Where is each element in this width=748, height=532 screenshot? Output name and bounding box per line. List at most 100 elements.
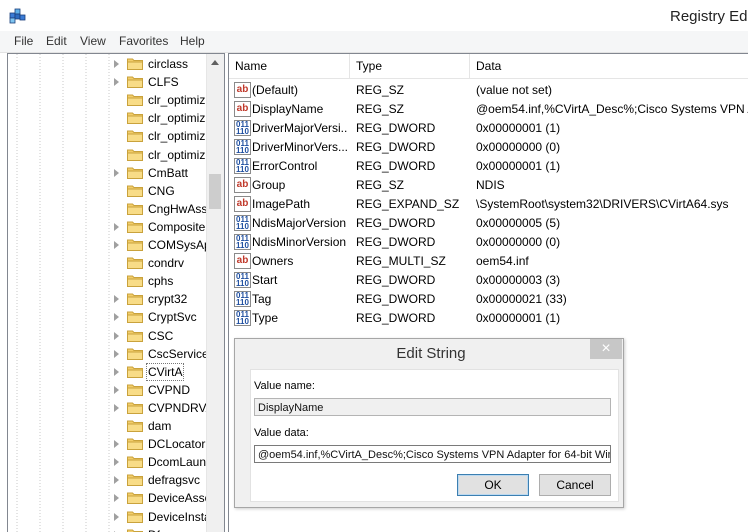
menu-file[interactable]: File (14, 34, 33, 48)
value-row[interactable]: 011 110 DriverMajorVersi... REG_DWORD 0x000… (229, 118, 748, 137)
expand-arrow-icon[interactable] (114, 440, 119, 449)
expand-arrow-icon[interactable] (114, 385, 119, 394)
folder-icon (127, 149, 143, 161)
tree-item[interactable]: CVirtA (8, 362, 208, 381)
expand-arrow-icon[interactable] (114, 512, 119, 521)
folder-icon (127, 420, 143, 432)
column-divider[interactable] (469, 54, 470, 78)
binary-value-icon: 011 110 (234, 139, 251, 155)
value-row[interactable]: ab Group REG_SZ NDIS (229, 175, 748, 194)
value-row[interactable]: 011 110 DriverMinorVers... REG_DWORD 0x0000… (229, 137, 748, 156)
value-row[interactable]: 011 110 Tag REG_DWORD 0x00000021 (33) (229, 289, 748, 308)
expand-arrow-icon[interactable] (114, 494, 119, 503)
value-row[interactable]: 011 110 Type REG_DWORD 0x00000001 (1) (229, 308, 748, 327)
expand-arrow-icon[interactable] (114, 476, 119, 485)
folder-icon (127, 474, 143, 487)
value-name: NdisMinorVersion (252, 235, 347, 249)
expand-arrow-icon[interactable] (114, 60, 119, 68)
tree-item[interactable]: CscService (8, 345, 209, 363)
ok-button[interactable]: OK (457, 474, 529, 496)
tree-item[interactable]: CVPND (8, 381, 208, 399)
cancel-button[interactable]: Cancel (539, 474, 611, 496)
expand-arrow-icon[interactable] (114, 222, 119, 231)
tree-item[interactable]: clr_optimiz (8, 91, 208, 109)
tree-item[interactable]: clr_optimiz (8, 127, 208, 145)
folder-icon (127, 366, 143, 378)
value-name: Tag (252, 292, 272, 306)
expand-arrow-icon[interactable] (114, 78, 119, 87)
value-row[interactable]: ab Owners REG_MULTI_SZ oem54.inf (229, 251, 748, 270)
value-row[interactable]: 011 110 NdisMinorVersion REG_DWORD 0x000000… (229, 232, 748, 251)
column-divider[interactable] (349, 54, 350, 78)
tree-item[interactable]: COMSysAp (8, 236, 211, 254)
expand-arrow-icon[interactable] (114, 241, 119, 249)
folder-icon (127, 511, 143, 523)
tree-item[interactable]: dam (8, 417, 208, 435)
menu-favorites[interactable]: Favorites (119, 34, 168, 48)
tree-item[interactable]: CSC (8, 327, 208, 345)
tree-item[interactable]: Composite (8, 218, 208, 236)
value-row[interactable]: 011 110 NdisMajorVersion REG_DWORD 0x000000… (229, 213, 748, 232)
value-row[interactable]: ab ImagePath REG_EXPAND_SZ \SystemRoot\syst… (229, 194, 748, 213)
tree-scrollbar[interactable] (206, 54, 224, 532)
tree-item[interactable]: DeviceAsso (8, 489, 211, 507)
expand-arrow-icon[interactable] (114, 367, 119, 376)
tree-item[interactable]: clr_optimiz (8, 146, 208, 164)
tree-item-label: CngHwAss (148, 201, 208, 216)
binary-value-icon: 011 110 (234, 291, 251, 307)
value-name: DriverMajorVersi... (252, 121, 348, 135)
value-name: DisplayName (252, 102, 324, 116)
tree-item[interactable]: CmBatt (8, 164, 208, 182)
menu-edit[interactable]: Edit (46, 34, 67, 48)
tree-item[interactable]: DCLocator (8, 435, 208, 453)
tree-item[interactable]: CngHwAss (8, 200, 208, 218)
tree-item[interactable]: crypt32 (8, 290, 208, 308)
tree-item[interactable]: clr_optimiz (8, 109, 208, 127)
value-type: REG_MULTI_SZ (356, 254, 446, 268)
column-header-data[interactable]: Data (476, 59, 501, 73)
value-name: Type (252, 311, 279, 325)
close-icon[interactable]: × (590, 339, 622, 359)
folder-icon (127, 330, 143, 342)
value-data-input[interactable]: @oem54.inf,%CVirtA_Desc%;Cisco Systems V… (254, 445, 611, 463)
tree-item[interactable]: condrv (8, 254, 208, 272)
value-row[interactable]: 011 110 ErrorControl REG_DWORD 0x00000001 (… (229, 156, 748, 175)
tree-item[interactable]: DcomLaun (8, 453, 208, 471)
tree-item[interactable]: cphs (8, 272, 208, 290)
folder-icon (127, 130, 143, 143)
value-row[interactable]: 011 110 Start REG_DWORD 0x00000003 (3) (229, 270, 748, 289)
value-data: 0x00000001 (1) (476, 311, 561, 325)
tree-item[interactable]: Dfsc (8, 526, 208, 532)
expand-arrow-icon[interactable] (114, 168, 119, 177)
expand-arrow-icon[interactable] (114, 331, 119, 340)
expand-arrow-icon[interactable] (114, 313, 119, 322)
expand-arrow-icon[interactable] (114, 403, 119, 412)
string-value-icon: ab (234, 253, 251, 269)
tree-item[interactable]: CVPNDRVA (8, 399, 214, 417)
expand-arrow-icon[interactable] (114, 295, 119, 304)
tree-item[interactable]: CryptSvc (8, 308, 208, 326)
tree-item[interactable]: circlass (8, 55, 208, 73)
scroll-thumb[interactable] (209, 174, 221, 209)
expand-arrow-icon[interactable] (114, 349, 119, 358)
tree-item[interactable]: CLFS (8, 73, 208, 91)
tree-item[interactable]: DeviceInsta (8, 508, 211, 526)
value-row[interactable]: ab DisplayName REG_SZ @oem54.inf,%CVirtA_De… (229, 99, 748, 118)
menu-view[interactable]: View (80, 34, 106, 48)
column-header-type[interactable]: Type (356, 59, 382, 73)
tree-item-label: circlass (148, 57, 189, 71)
tree-item-label: CmBatt (148, 165, 189, 180)
column-header-name[interactable]: Name (235, 59, 267, 73)
tree-item[interactable]: CNG (8, 182, 208, 200)
expand-arrow-icon[interactable] (114, 458, 119, 467)
list-header: Name Type Data (229, 54, 748, 79)
value-row[interactable]: ab (Default) REG_SZ (value not set) (229, 80, 748, 99)
tree-item-label: CVPNDRVA (148, 400, 214, 415)
folder-icon (127, 112, 143, 125)
tree-item[interactable]: defragsvc (8, 471, 208, 489)
tree-item-label: CNG (148, 183, 175, 198)
key-tree-pane[interactable]: circlass CLFS clr_optimiz clr_optimiz clr_op… (7, 53, 225, 532)
scroll-up-arrow-icon[interactable] (211, 60, 219, 65)
value-name: NdisMajorVersion (252, 216, 347, 230)
menu-help[interactable]: Help (180, 34, 205, 48)
